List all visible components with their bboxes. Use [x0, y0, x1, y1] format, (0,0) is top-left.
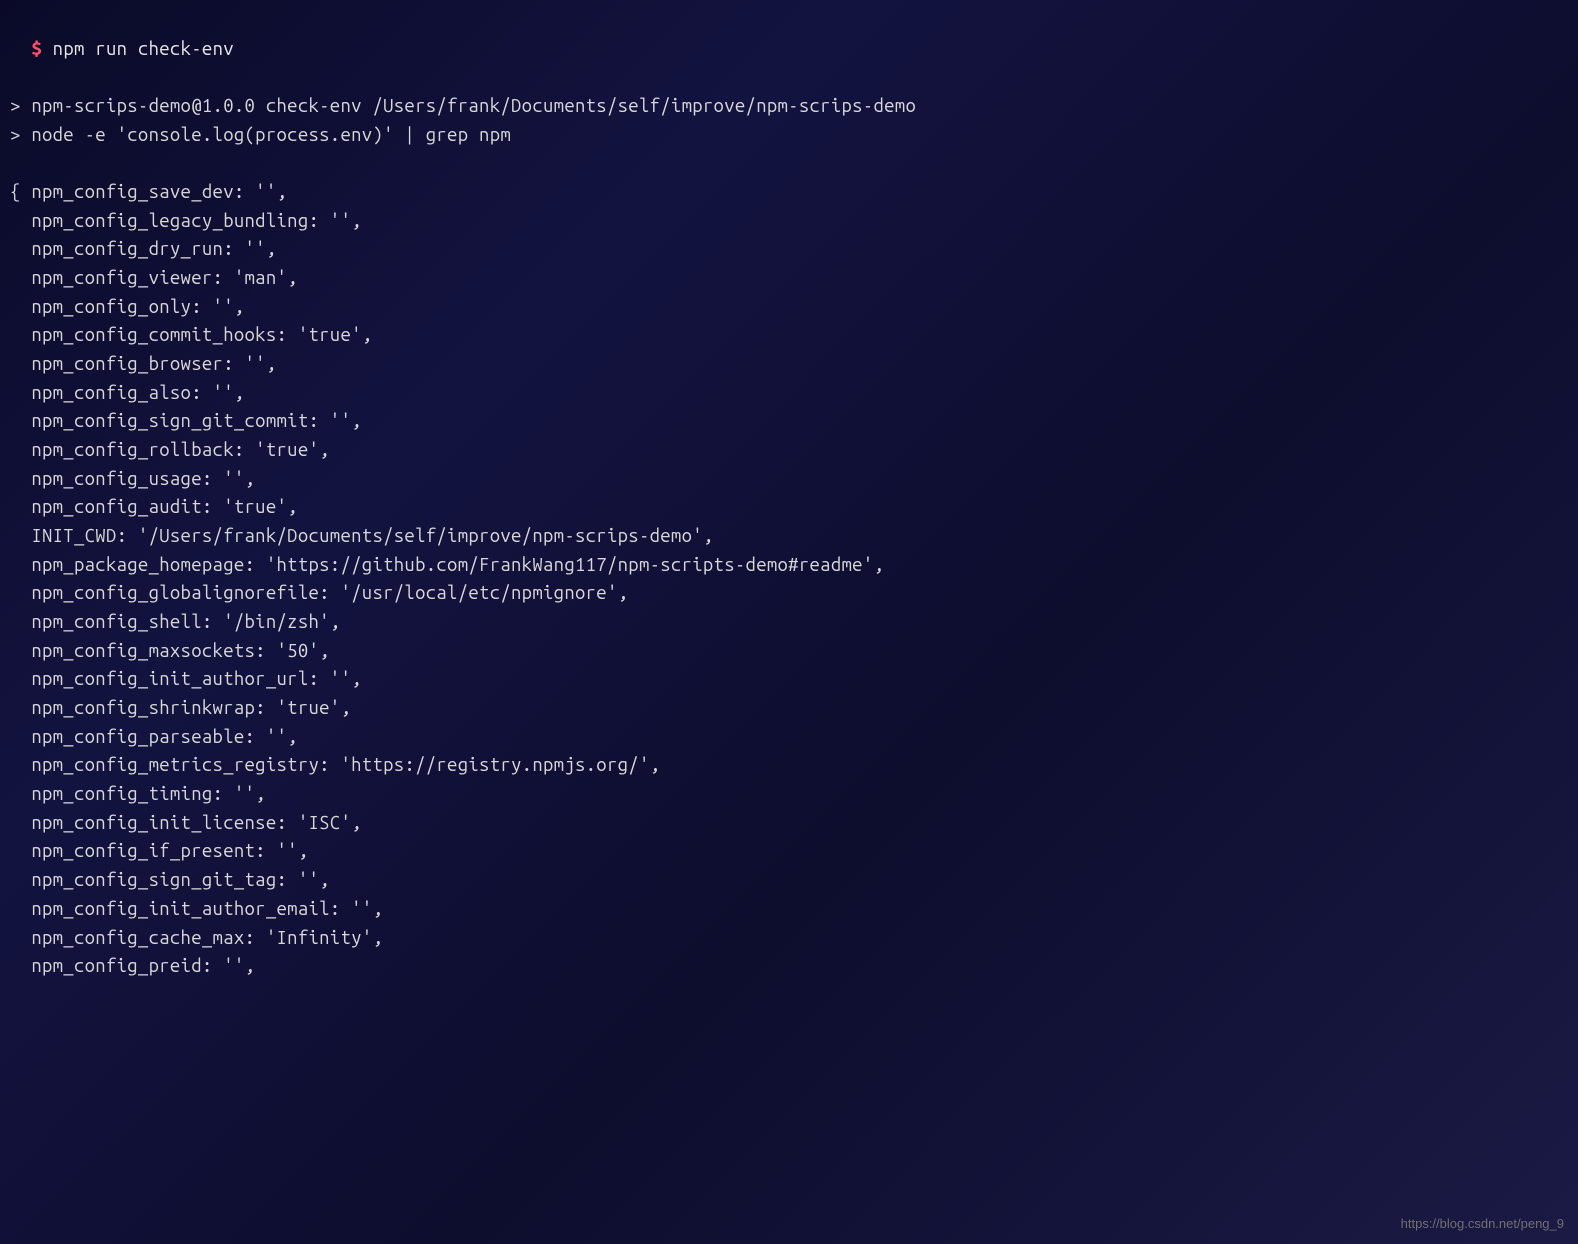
env-line: INIT_CWD: '/Users/frank/Documents/self/i…: [10, 522, 1568, 551]
command-text: npm run check-env: [53, 39, 234, 59]
env-line: npm_package_homepage: 'https://github.co…: [10, 551, 1568, 580]
env-line: npm_config_shell: '/bin/zsh',: [10, 608, 1568, 637]
env-line: npm_config_legacy_bundling: '',: [10, 207, 1568, 236]
env-line: npm_config_preid: '',: [10, 952, 1568, 981]
script-header-line-1: > node -e 'console.log(process.env)' | g…: [10, 121, 1568, 150]
env-line: npm_config_timing: '',: [10, 780, 1568, 809]
env-line: npm_config_rollback: 'true',: [10, 436, 1568, 465]
env-line: npm_config_init_author_url: '',: [10, 665, 1568, 694]
script-header-line-0: > npm-scrips-demo@1.0.0 check-env /Users…: [10, 92, 1568, 121]
env-line: npm_config_viewer: 'man',: [10, 264, 1568, 293]
watermark-text: https://blog.csdn.net/peng_9: [1401, 1214, 1564, 1234]
env-line: npm_config_parseable: '',: [10, 723, 1568, 752]
env-line: npm_config_only: '',: [10, 293, 1568, 322]
env-line: { npm_config_save_dev: '',: [10, 178, 1568, 207]
env-line: npm_config_globalignorefile: '/usr/local…: [10, 579, 1568, 608]
env-line: npm_config_sign_git_tag: '',: [10, 866, 1568, 895]
env-line: npm_config_audit: 'true',: [10, 493, 1568, 522]
env-line: npm_config_commit_hooks: 'true',: [10, 321, 1568, 350]
env-line: npm_config_metrics_registry: 'https://re…: [10, 751, 1568, 780]
env-line: npm_config_usage: '',: [10, 465, 1568, 494]
command-prompt-line[interactable]: $ npm run check-env: [10, 6, 1568, 63]
blank-line: [10, 63, 1568, 92]
env-line: npm_config_cache_max: 'Infinity',: [10, 924, 1568, 953]
env-line: npm_config_init_license: 'ISC',: [10, 809, 1568, 838]
env-line: npm_config_if_present: '',: [10, 837, 1568, 866]
env-line: npm_config_sign_git_commit: '',: [10, 407, 1568, 436]
env-line: npm_config_dry_run: '',: [10, 235, 1568, 264]
env-line: npm_config_also: '',: [10, 379, 1568, 408]
env-line: npm_config_maxsockets: '50',: [10, 637, 1568, 666]
env-line: npm_config_shrinkwrap: 'true',: [10, 694, 1568, 723]
env-line: npm_config_browser: '',: [10, 350, 1568, 379]
env-line: npm_config_init_author_email: '',: [10, 895, 1568, 924]
blank-line: [10, 149, 1568, 178]
prompt-symbol: $: [31, 39, 42, 59]
